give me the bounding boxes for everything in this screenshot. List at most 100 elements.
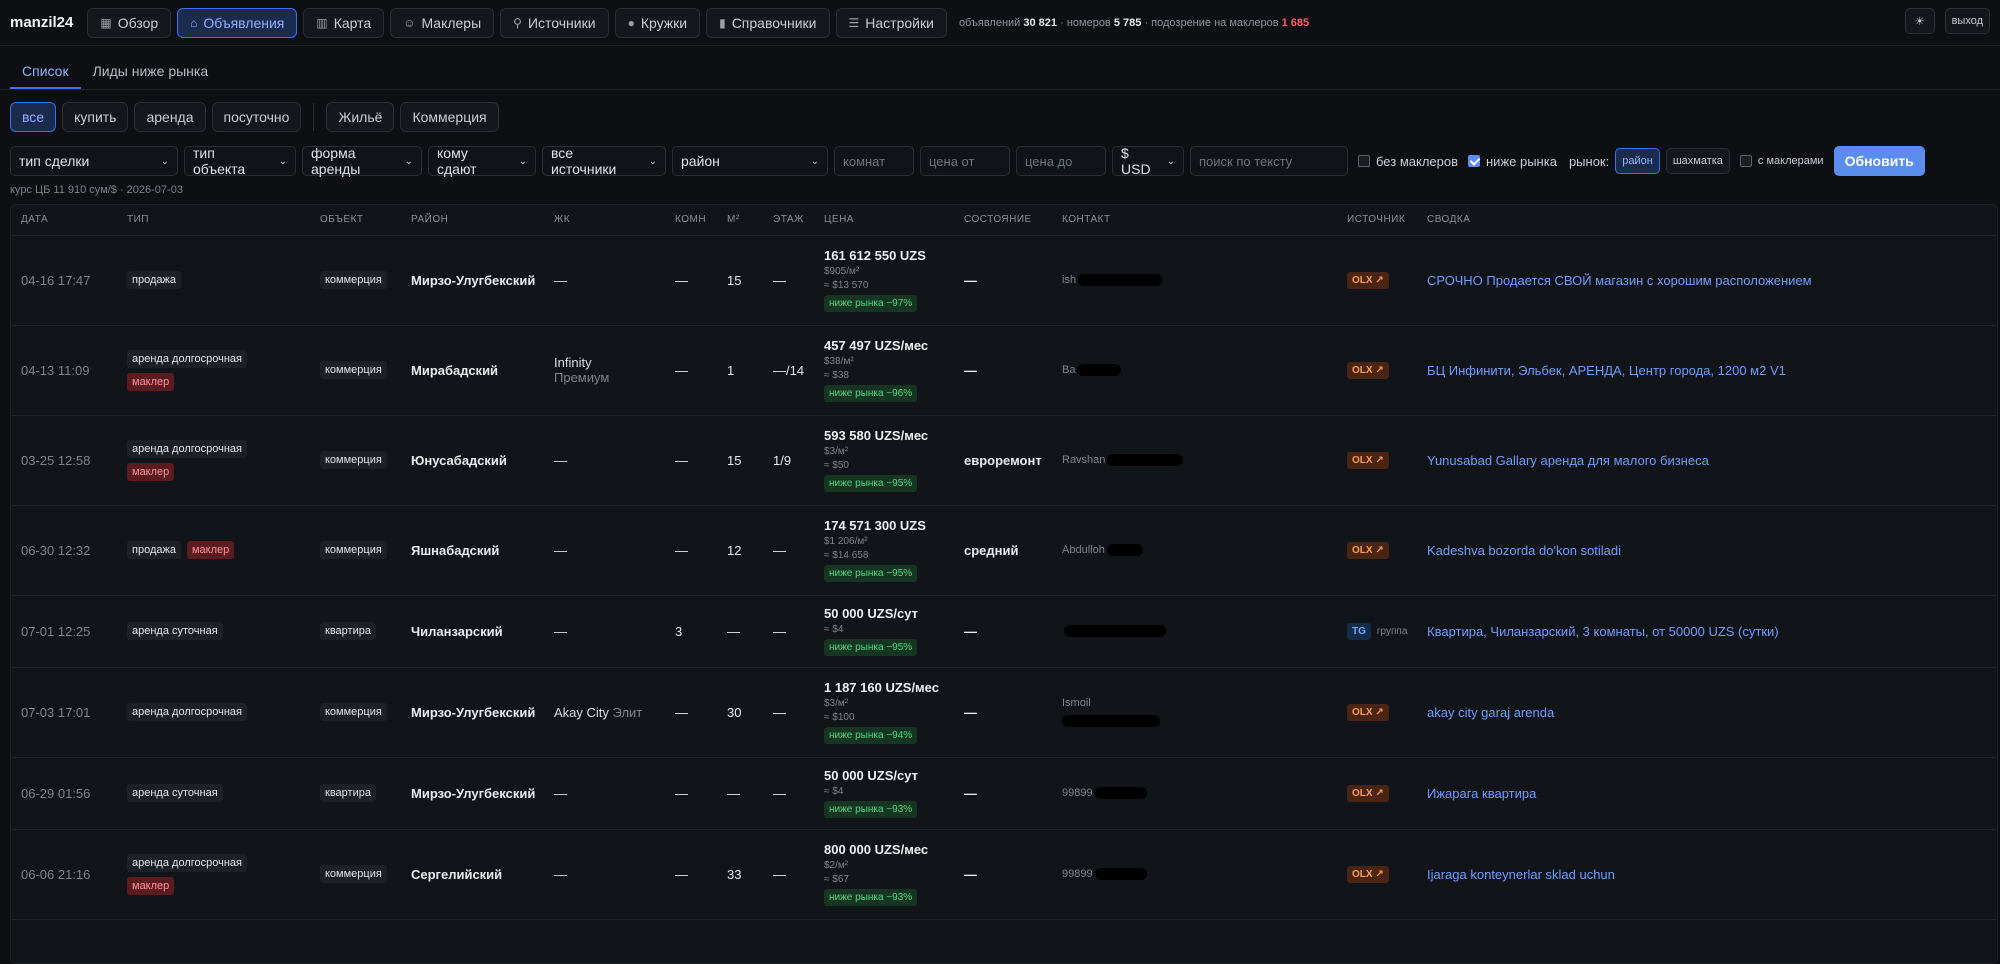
nav-7[interactable]: ☰ Настройки xyxy=(835,7,947,38)
nav-5[interactable]: ● Кружки xyxy=(614,7,701,38)
object-type-select[interactable]: тип объекта ⌄ xyxy=(184,145,296,177)
theme-toggle-icon[interactable]: ☀ xyxy=(1904,8,1935,34)
type-cell: аренда долгосрочная маклер xyxy=(117,415,310,506)
table-row[interactable]: 03-25 12:58 аренда долгосрочная маклер комм… xyxy=(11,415,1997,506)
deal-chips: все купить аренда посуточно Жильё Коммер… xyxy=(0,90,2000,132)
brand-logo[interactable]: manzil24 xyxy=(10,14,73,31)
summary-link[interactable]: СРОЧНО Продается СВОЙ магазин с хорошим … xyxy=(1427,273,1812,288)
source-link[interactable]: TG xyxy=(1347,623,1371,640)
nav-label: Маклеры xyxy=(421,14,482,31)
table-row[interactable]: 07-01 12:25 аренда суточная квартира Чиланз… xyxy=(11,595,1997,668)
broker-badge: маклер xyxy=(127,462,175,481)
summary-cell: Yunusabad Gallary аренда для малого бизн… xyxy=(1417,415,1997,506)
table-row[interactable]: 06-06 21:16 аренда долгосрочная маклер комм… xyxy=(11,829,1997,920)
search-input[interactable]: поиск по тексту xyxy=(1190,146,1348,176)
deal-type-select[interactable]: тип сделки ⌄ xyxy=(10,146,178,176)
source-link[interactable]: OLX ↗ xyxy=(1347,704,1389,721)
summary-link[interactable]: БЦ Инфинити, Эльбек, АРЕНДА, Центр город… xyxy=(1427,363,1786,378)
contact-cell: Ba xyxy=(1052,325,1337,416)
nav-4[interactable]: ⚲ Источники xyxy=(500,7,609,38)
column-header[interactable]: ОБЪЕКТ xyxy=(310,205,401,236)
table-row[interactable]: 04-16 17:47 продажа коммерция Мирзо-Улугбек… xyxy=(11,235,1997,326)
market-mode-chess[interactable]: шахматка xyxy=(1665,148,1730,174)
summary-link[interactable]: Ижарага квартира xyxy=(1427,786,1536,801)
nav-1[interactable]: ⌂ Объявления xyxy=(177,7,298,38)
grid-icon: ▦ xyxy=(100,15,112,30)
price-to-input[interactable]: цена до xyxy=(1016,146,1106,176)
chip-residential[interactable]: Жильё xyxy=(326,102,395,132)
type-cell: продажа xyxy=(117,235,310,326)
complex-class: Элит xyxy=(612,704,643,720)
rooms-input[interactable]: комнат xyxy=(834,146,914,176)
chevron-down-icon: ⌄ xyxy=(404,155,413,167)
column-header[interactable]: ТИП xyxy=(117,205,310,236)
summary-link[interactable]: Yunusabad Gallary аренда для малого бизн… xyxy=(1427,453,1709,468)
chip-buy[interactable]: купить xyxy=(62,102,129,132)
complex-name: — xyxy=(554,542,567,558)
below-market-badge: ниже рынка −97% xyxy=(824,295,918,312)
nav-2[interactable]: ▥ Карта xyxy=(303,7,385,38)
source-link[interactable]: OLX ↗ xyxy=(1347,542,1389,559)
summary-link[interactable]: akay city garaj arenda xyxy=(1427,705,1554,720)
broker-badge: маклер xyxy=(186,541,235,559)
summary-cell: Ижарага квартира xyxy=(1417,757,1997,830)
rent-form-select[interactable]: форма аренды ⌄ xyxy=(302,145,422,177)
source-link[interactable]: OLX ↗ xyxy=(1347,452,1389,469)
district-select[interactable]: район ⌄ xyxy=(672,146,828,176)
column-header[interactable]: СОСТОЯНИЕ xyxy=(954,205,1052,236)
deal-type-tag: продажа xyxy=(127,271,181,289)
column-header[interactable]: РАЙОН xyxy=(401,205,544,236)
with-brokers-checkbox[interactable]: с маклерами xyxy=(1739,155,1824,167)
nav-0[interactable]: ▦ Обзор xyxy=(87,7,172,38)
column-header[interactable]: КОНТАКТ xyxy=(1052,205,1337,236)
column-header[interactable]: ДАТА xyxy=(11,205,117,236)
column-header[interactable]: ИСТОЧНИК xyxy=(1337,205,1417,236)
nav-6[interactable]: ▮ Справочники xyxy=(706,7,830,38)
tab-leads-below-market[interactable]: Лиды ниже рынка xyxy=(81,63,221,89)
chip-daily[interactable]: посуточно xyxy=(211,102,302,132)
chip-rent[interactable]: аренда xyxy=(134,102,206,132)
summary-link[interactable]: Ijaraga konteynerlar sklad uchun xyxy=(1427,867,1615,882)
complex-cell: Infinity Премиум xyxy=(544,325,665,416)
condition-cell: евроремонт xyxy=(954,415,1052,506)
chip-all[interactable]: все xyxy=(10,102,57,132)
table-row[interactable]: 06-30 12:32 продажа маклер коммерция Яшнабад… xyxy=(11,505,1997,596)
source-link[interactable]: OLX ↗ xyxy=(1347,785,1389,802)
logout-button[interactable]: выход xyxy=(1944,8,1990,34)
currency-select[interactable]: $ USD ⌄ xyxy=(1112,145,1184,177)
table-row[interactable]: 04-13 11:09 аренда долгосрочная маклер комм… xyxy=(11,325,1997,416)
object-cell: коммерция xyxy=(310,415,401,506)
rent-to-select[interactable]: кому сдают ⌄ xyxy=(428,145,536,177)
complex-name: Infinity xyxy=(554,355,592,370)
redacted-phone xyxy=(1077,364,1122,376)
table-row[interactable]: 07-03 17:01 аренда долгосрочная коммерция М… xyxy=(11,667,1997,758)
object-cell: квартира xyxy=(310,757,401,830)
market-mode-district[interactable]: район xyxy=(1615,148,1660,174)
district-cell: Мирзо-Улугбекский xyxy=(401,757,544,830)
area-cell: 15 xyxy=(717,235,763,326)
chip-commercial[interactable]: Коммерция xyxy=(400,102,499,132)
column-header[interactable]: М² xyxy=(717,205,763,236)
summary-link[interactable]: Квартира, Чиланзарский, 3 комнаты, от 50… xyxy=(1427,624,1779,639)
source-link[interactable]: OLX ↗ xyxy=(1347,866,1389,883)
column-header[interactable]: ЭТАЖ xyxy=(763,205,814,236)
column-header[interactable]: ЖК xyxy=(544,205,665,236)
price-from-input[interactable]: цена от xyxy=(920,146,1010,176)
sources-select[interactable]: все источники ⌄ xyxy=(542,145,666,177)
tab-list[interactable]: Список xyxy=(10,63,81,89)
below-market-checkbox[interactable]: ниже рынка xyxy=(1468,154,1557,169)
source-link[interactable]: OLX ↗ xyxy=(1347,362,1389,379)
nav-3[interactable]: ☺ Маклеры xyxy=(390,7,495,38)
chevron-down-icon: ⌄ xyxy=(648,155,657,167)
summary-link[interactable]: Kadeshva bozorda do'kon sotiladi xyxy=(1427,543,1621,558)
table-row[interactable]: 06-29 01:56 аренда суточная квартира Мирзо-… xyxy=(11,757,1997,830)
price-value: 457 497 UZS/мес xyxy=(824,338,929,353)
refresh-button[interactable]: Обновить xyxy=(1833,146,1925,176)
column-header[interactable]: ЦЕНА xyxy=(814,205,954,236)
complex-name: — xyxy=(554,866,567,882)
no-brokers-checkbox[interactable]: без маклеров xyxy=(1358,154,1458,169)
source-link[interactable]: OLX ↗ xyxy=(1347,272,1389,289)
stats-suspect-label: · подозрение на маклеров xyxy=(1144,16,1279,29)
column-header[interactable]: КОМН xyxy=(665,205,717,236)
column-header[interactable]: СВОДКА xyxy=(1417,205,1997,236)
